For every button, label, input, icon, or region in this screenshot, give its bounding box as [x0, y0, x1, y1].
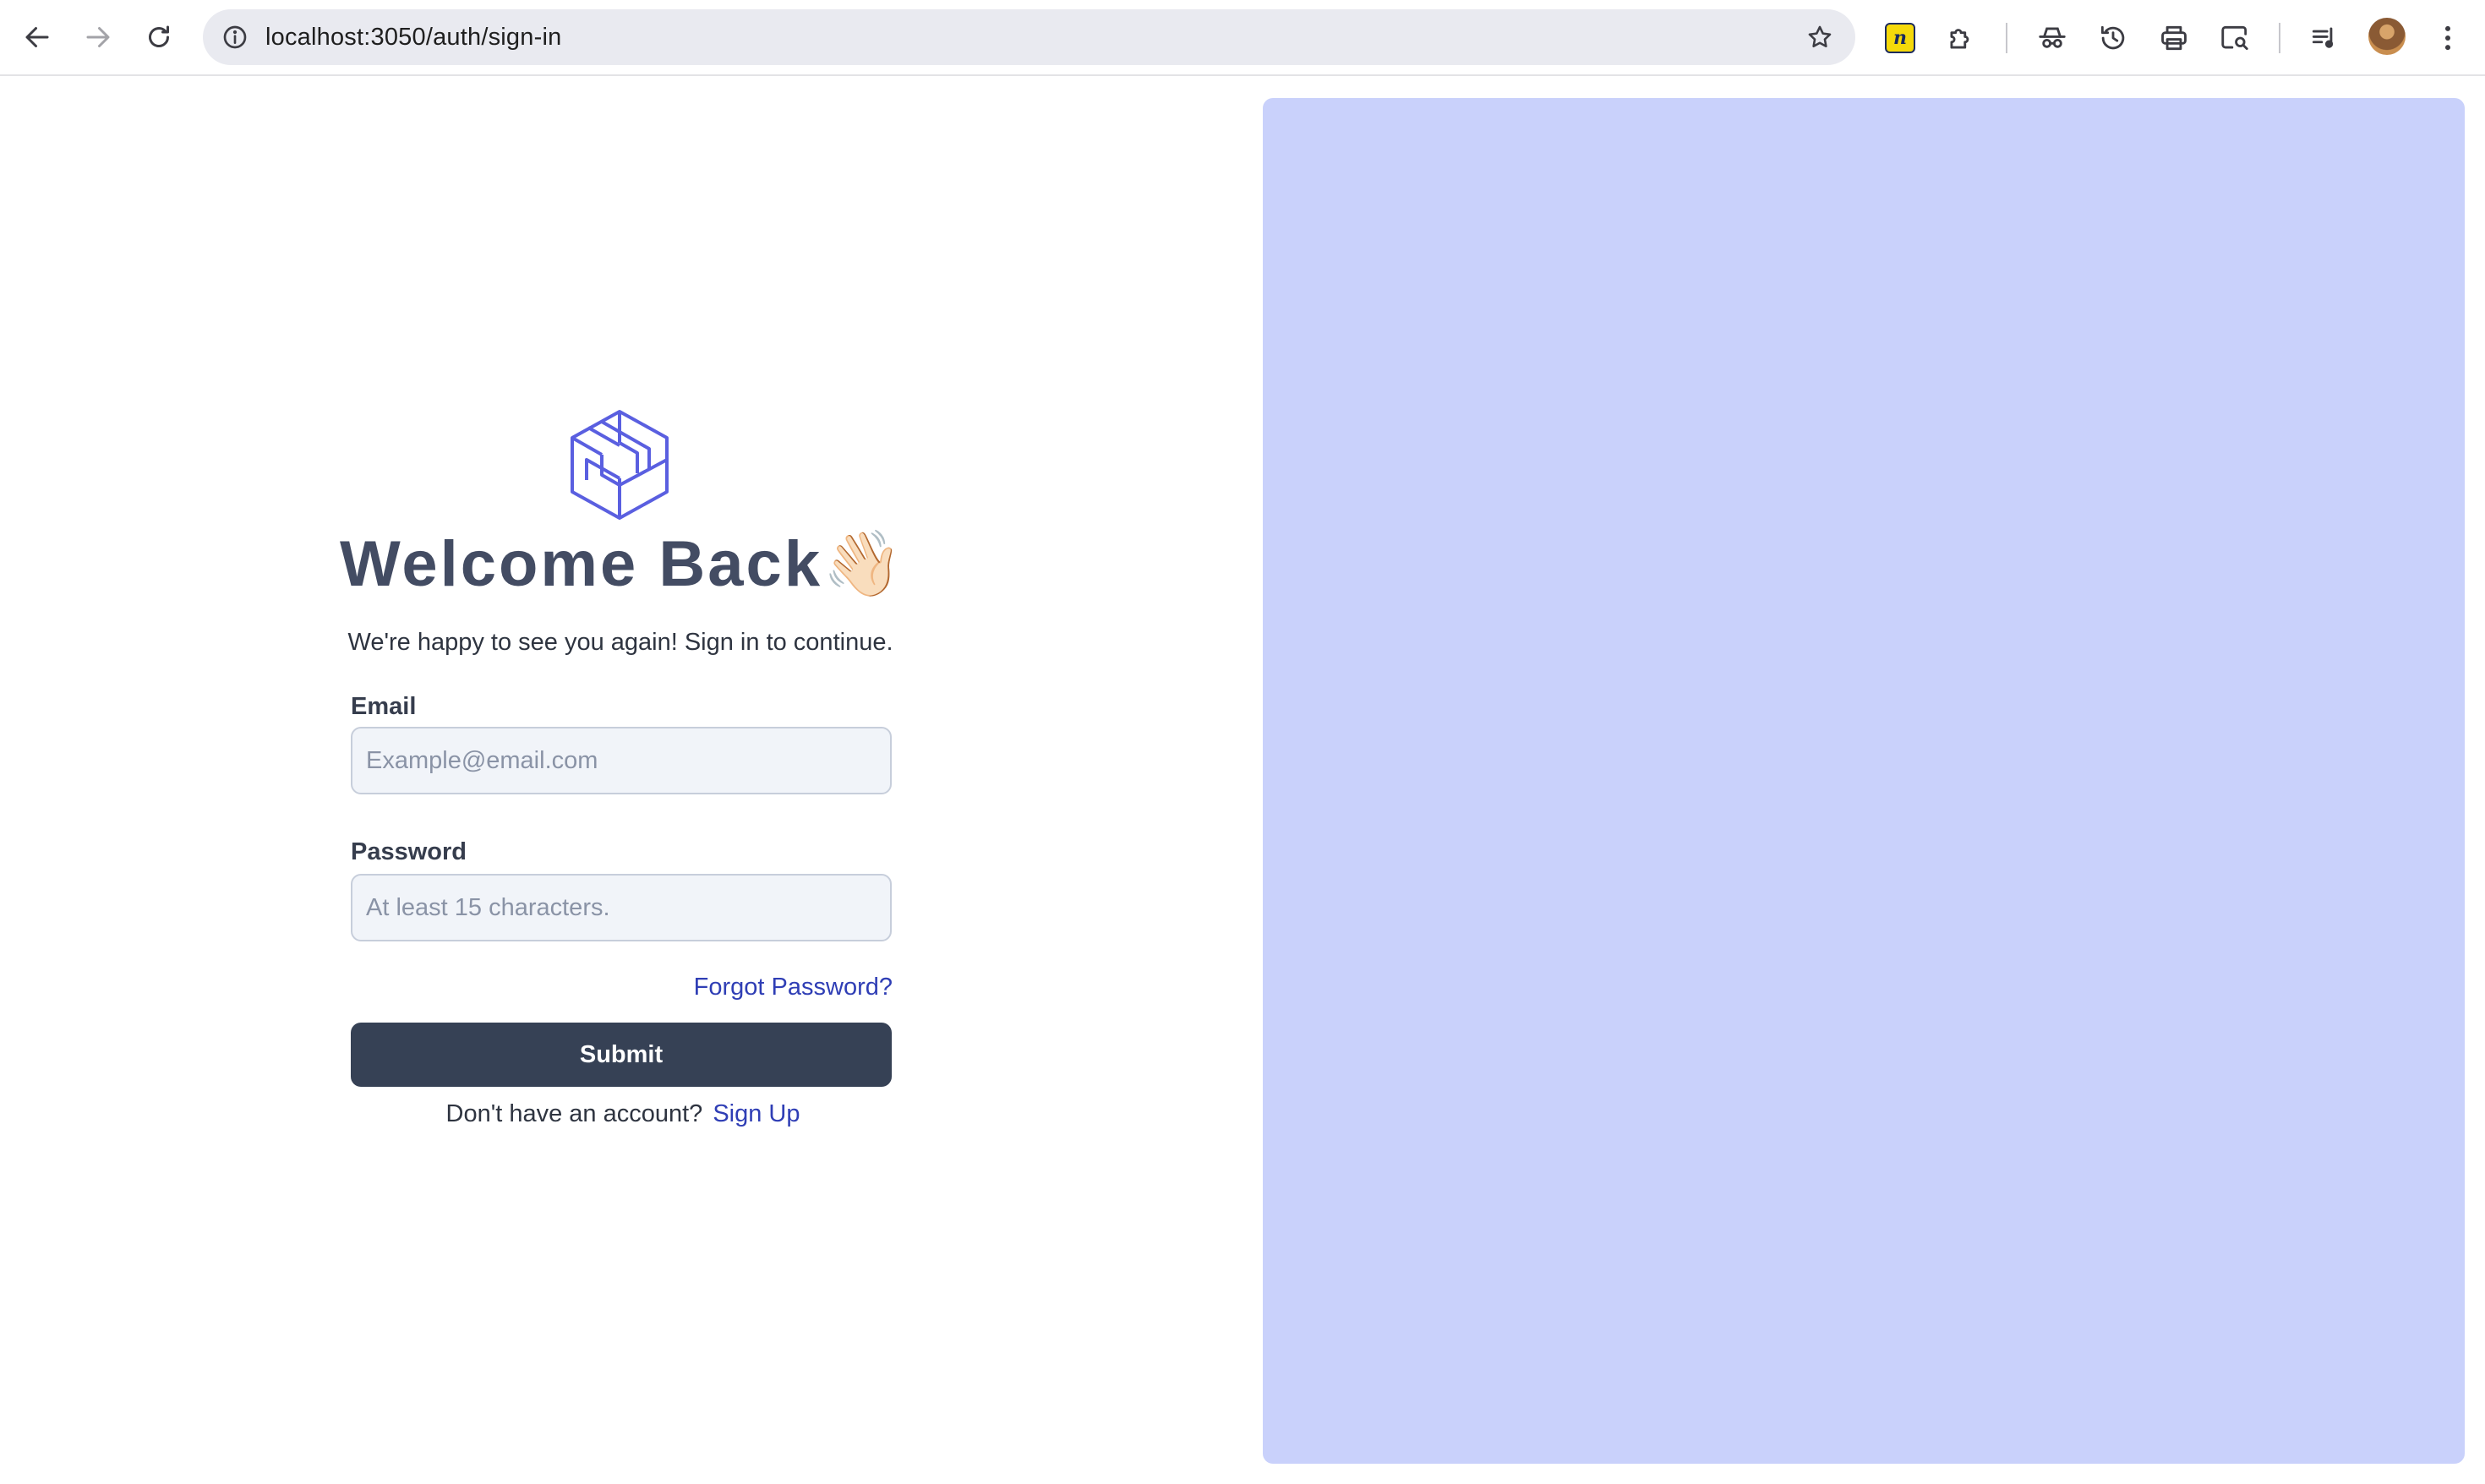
email-input[interactable] — [351, 727, 892, 794]
incognito-button[interactable] — [2029, 14, 2076, 62]
site-info-button[interactable] — [215, 17, 255, 57]
forward-arrow-icon — [86, 27, 110, 47]
forward-button[interactable] — [74, 14, 122, 61]
print-button[interactable] — [2150, 14, 2198, 62]
history-button[interactable] — [2089, 14, 2137, 62]
reload-button[interactable] — [135, 14, 183, 61]
page-subtitle: We're happy to see you again! Sign in to… — [347, 629, 893, 656]
back-arrow-icon — [25, 27, 49, 47]
address-url[interactable]: localhost:3050/auth/sign-in — [265, 9, 561, 65]
info-icon — [223, 25, 247, 49]
star-icon — [1808, 25, 1832, 48]
forgot-password-link[interactable]: Forgot Password? — [694, 974, 893, 1001]
puzzle-icon — [1950, 29, 1969, 49]
lens-button[interactable] — [2211, 14, 2258, 62]
toolbar-divider — [2006, 23, 2007, 53]
extension-button[interactable]: n — [1876, 14, 1924, 62]
printer-icon — [2161, 25, 2187, 51]
incognito-icon — [2039, 27, 2066, 48]
extensions-button[interactable] — [1937, 14, 1985, 62]
lens-search-icon — [2221, 25, 2248, 51]
page-content: Welcome Back👋🏻 We're happy to see you ag… — [0, 78, 2485, 1484]
cube-logo-icon — [571, 410, 669, 520]
browser-menu-button[interactable] — [2424, 14, 2471, 62]
hero-panel — [1263, 98, 2465, 1464]
media-button[interactable] — [2301, 14, 2348, 62]
profile-avatar[interactable] — [2368, 18, 2406, 55]
browser-toolbar: localhost:3050/auth/sign-in n — [0, 0, 2485, 76]
signup-prompt: Don't have an account? Sign Up — [348, 1100, 898, 1128]
password-input[interactable] — [351, 874, 892, 941]
kebab-menu-icon — [2444, 25, 2451, 51]
media-queue-icon — [2312, 27, 2334, 48]
extension-logo-icon: n — [1885, 23, 1915, 53]
reload-icon — [149, 25, 169, 47]
title-text: Welcome Back — [340, 528, 823, 600]
waving-hand-icon: 👋🏻 — [822, 528, 903, 600]
address-bar[interactable]: localhost:3050/auth/sign-in — [203, 9, 1855, 65]
submit-button[interactable]: Submit — [351, 1023, 892, 1087]
email-label: Email — [351, 693, 417, 720]
sign-up-link[interactable]: Sign Up — [713, 1100, 800, 1127]
page-title: Welcome Back👋🏻 — [340, 526, 903, 602]
history-icon — [2100, 25, 2125, 50]
no-account-text: Don't have an account? — [445, 1100, 703, 1127]
back-button[interactable] — [14, 14, 61, 61]
toolbar-divider — [2279, 23, 2280, 53]
password-label: Password — [351, 838, 467, 865]
bookmark-button[interactable] — [1800, 17, 1840, 57]
